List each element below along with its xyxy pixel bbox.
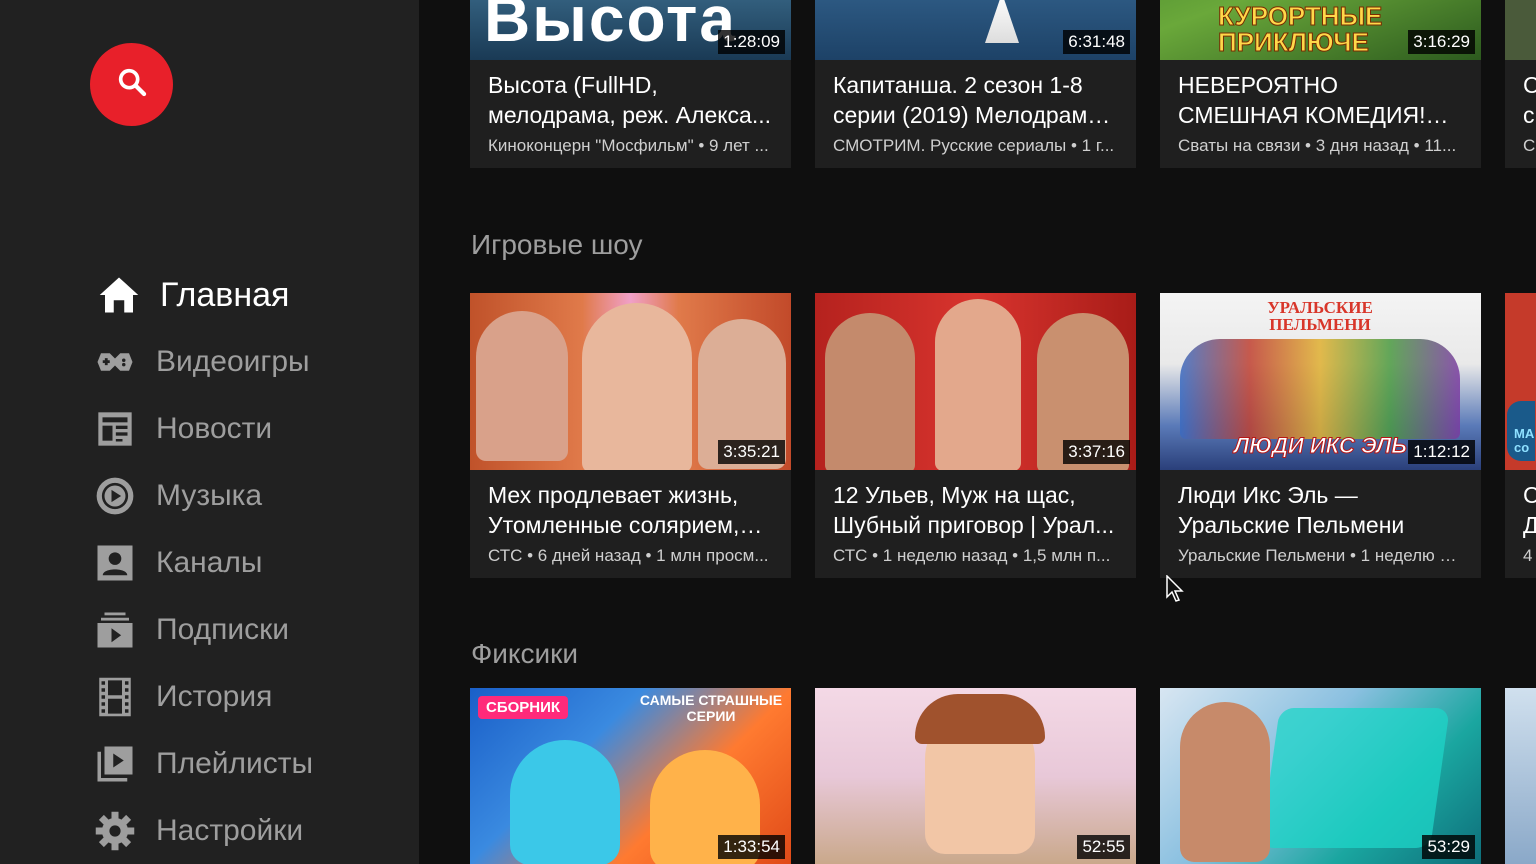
person-shape <box>825 313 915 470</box>
video-title: Высота (FullHD, мелодрама, реж. Алекса..… <box>488 72 772 128</box>
sidebar-item-music[interactable]: Музыка <box>94 468 262 524</box>
search-button[interactable] <box>90 43 173 126</box>
video-thumbnail: 52:55 <box>815 688 1136 864</box>
history-icon <box>94 676 136 718</box>
subscriptions-icon <box>94 609 136 651</box>
playlists-icon <box>94 743 136 785</box>
video-card[interactable]: КУРОРТНЫЕ ПРИКЛЮЧЕ 3:16:29 НЕВЕРОЯТНО СМ… <box>1160 0 1481 168</box>
main-content: Высота 1:28:09 Высота (FullHD, мелодрама… <box>419 0 1536 864</box>
sidebar-item-playlists[interactable]: Плейлисты <box>94 736 313 792</box>
character-hair-shape <box>915 694 1045 744</box>
video-card[interactable]: СБОРНИК САМЫЕ СТРАШНЫЕ СЕРИИ 1:33:54 <box>470 688 791 864</box>
settings-icon <box>94 810 136 852</box>
video-title: 12 Ульев, Муж на щас, Шубный приговор | … <box>833 482 1115 538</box>
sidebar-item-label: История <box>156 680 273 713</box>
sidebar-item-label: Настройки <box>156 814 304 847</box>
video-subtitle: Уральские Пельмени • 1 неделю н... <box>1178 546 1463 565</box>
video-card[interactable]: 3:37:16 12 Ульев, Муж на щас, Шубный при… <box>815 293 1136 578</box>
search-icon <box>115 65 149 104</box>
video-title: С с <box>1523 72 1536 128</box>
video-thumbnail: 3:35:21 <box>470 293 791 470</box>
sidebar-item-history[interactable]: История <box>94 669 272 725</box>
sidebar-item-label: Главная <box>160 275 290 314</box>
sidebar-item-home[interactable]: Главная <box>98 267 289 323</box>
video-subtitle: СТС • 1 неделю назад • 1,5 млн п... <box>833 546 1111 565</box>
duration-badge: 1:12:12 <box>1408 440 1475 464</box>
duration-badge: 3:35:21 <box>718 440 785 464</box>
screen-shape <box>1260 708 1450 848</box>
sailboat-shape <box>985 0 1019 43</box>
sidebar-item-label: Каналы <box>156 546 263 579</box>
person-shape <box>935 299 1021 470</box>
thumbnail-badge: СБОРНИК <box>478 696 569 719</box>
video-subtitle: СМОТРИМ. Русские сериалы • 1 г... <box>833 136 1115 155</box>
video-card[interactable]: 6:31:48 Капитанша. 2 сезон 1-8 серии (20… <box>815 0 1136 168</box>
duration-badge: 3:37:16 <box>1063 440 1130 464</box>
sidebar-item-label: Новости <box>156 412 273 445</box>
thumbnail-caption: УРАЛЬСКИЕ ПЕЛЬМЕНИ <box>1267 298 1373 334</box>
video-title: Люди Икс Эль — Уральские Пельмени <box>1178 482 1405 538</box>
duration-badge: 1:28:09 <box>718 30 785 54</box>
news-icon <box>94 408 136 450</box>
duration-badge: 53:29 <box>1422 835 1475 859</box>
person-shape <box>582 303 692 470</box>
channels-icon <box>94 542 136 584</box>
video-title: Капитанша. 2 сезон 1-8 серии (2019) Мело… <box>833 72 1101 128</box>
duration-badge: 52:55 <box>1077 835 1130 859</box>
video-card-peek[interactable] <box>1505 688 1536 864</box>
duration-badge: 1:33:54 <box>718 835 785 859</box>
character-shape <box>1180 702 1270 862</box>
video-card[interactable]: 52:55 <box>815 688 1136 864</box>
video-title: НЕВЕРОЯТНО СМЕШНАЯ КОМЕДИЯ! "Курортные п… <box>1178 72 1426 128</box>
thumbnail-caption: ЛЮДИ ИКС ЭЛЬ <box>1234 433 1408 459</box>
video-thumbnail <box>1505 0 1536 60</box>
music-icon <box>94 475 136 517</box>
video-title: Мех продлевает жизнь, Утомленные солярие… <box>488 482 740 538</box>
sidebar-item-news[interactable]: Новости <box>94 401 272 457</box>
gamepad-icon <box>94 341 136 383</box>
video-thumbnail: Высота 1:28:09 <box>470 0 791 60</box>
video-card-peek[interactable]: МА со С Д 4 <box>1505 293 1536 578</box>
video-card[interactable]: УРАЛЬСКИЕ ПЕЛЬМЕНИ ЛЮДИ ИКС ЭЛЬ 1:12:12 … <box>1160 293 1481 578</box>
video-thumbnail: КУРОРТНЫЕ ПРИКЛЮЧЕ 3:16:29 <box>1160 0 1481 60</box>
thumbnail-caption: МА со <box>1514 427 1535 455</box>
thumbnail-caption: Высота <box>484 0 737 55</box>
mouse-cursor-icon <box>1166 574 1186 608</box>
video-thumbnail: МА со <box>1505 293 1536 470</box>
video-thumbnail <box>1505 688 1536 864</box>
video-card[interactable]: Высота 1:28:09 Высота (FullHD, мелодрама… <box>470 0 791 168</box>
sidebar-item-subscriptions[interactable]: Подписки <box>94 602 289 658</box>
sidebar-item-label: Музыка <box>156 479 263 512</box>
video-thumbnail: 6:31:48 <box>815 0 1136 60</box>
sidebar-item-videogames[interactable]: Видеоигры <box>94 334 310 390</box>
video-thumbnail: 53:29 <box>1160 688 1481 864</box>
video-subtitle: Киноконцерн "Мосфильм" • 9 лет ... <box>488 136 769 155</box>
video-subtitle: Сваты на связи • 3 дня назад • 11... <box>1178 136 1457 155</box>
video-subtitle: С <box>1523 136 1536 155</box>
sidebar-item-label: Подписки <box>156 613 289 646</box>
video-subtitle: 4 <box>1523 546 1533 565</box>
character-shape <box>510 740 620 864</box>
video-thumbnail: УРАЛЬСКИЕ ПЕЛЬМЕНИ ЛЮДИ ИКС ЭЛЬ 1:12:12 <box>1160 293 1481 470</box>
video-card[interactable]: 53:29 <box>1160 688 1481 864</box>
group-shape <box>1180 339 1460 439</box>
video-title: С Д <box>1523 480 1536 540</box>
person-shape <box>476 311 568 461</box>
shelf-title: Игровые шоу <box>471 229 643 260</box>
thumbnail-caption: САМЫЕ СТРАШНЫЕ СЕРИИ <box>639 692 783 724</box>
video-thumbnail: 3:37:16 <box>815 293 1136 470</box>
sidebar-item-channels[interactable]: Каналы <box>94 535 262 591</box>
video-card[interactable]: 3:35:21 Мех продлевает жизнь, Утомленные… <box>470 293 791 578</box>
sidebar-item-label: Плейлисты <box>156 747 314 780</box>
shelf-title: Фиксики <box>471 638 579 669</box>
sidebar: Главная Видеоигры Новости Музыка Каналы <box>0 0 419 864</box>
video-thumbnail: СБОРНИК САМЫЕ СТРАШНЫЕ СЕРИИ 1:33:54 <box>470 688 791 864</box>
home-icon <box>98 274 140 316</box>
duration-badge: 3:16:29 <box>1408 30 1475 54</box>
sidebar-item-label: Видеоигры <box>156 345 310 378</box>
sidebar-item-settings[interactable]: Настройки <box>94 803 303 859</box>
duration-badge: 6:31:48 <box>1063 30 1130 54</box>
video-subtitle: СТС • 6 дней назад • 1 млн просм... <box>488 546 769 565</box>
video-card-peek[interactable]: С с С <box>1505 0 1536 168</box>
